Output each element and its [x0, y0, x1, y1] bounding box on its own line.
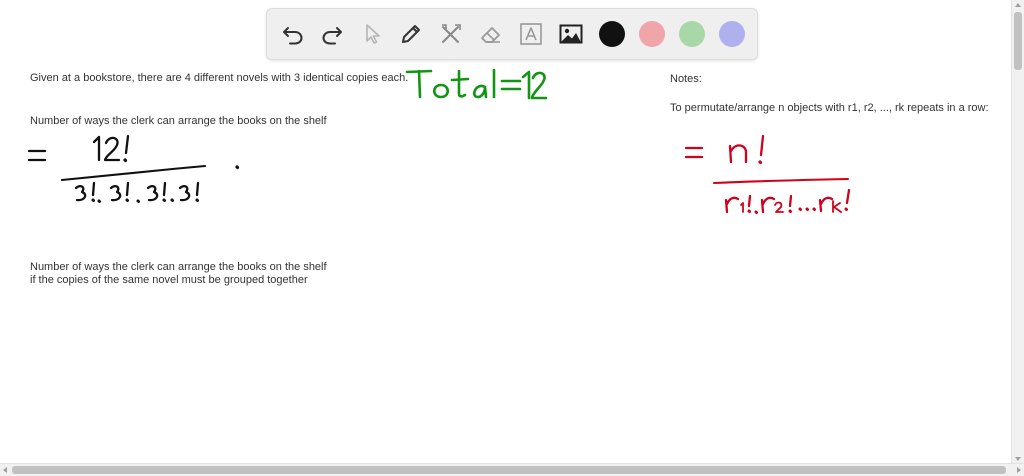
shapes-tools-icon	[442, 24, 461, 43]
handwritten-total-12	[405, 68, 548, 100]
scroll-up-arrow-icon[interactable]	[1015, 3, 1021, 7]
eraser-tool-button[interactable]	[477, 20, 505, 48]
pen-tool-button[interactable]	[397, 20, 425, 48]
question-1-text: Number of ways the clerk can arrange the…	[30, 115, 327, 127]
color-swatch-red[interactable]	[639, 21, 665, 47]
handwritten-formula-red	[684, 134, 851, 214]
whiteboard-canvas[interactable]: Given at a bookstore, there are 4 differ…	[0, 0, 1012, 464]
scroll-left-arrow-icon[interactable]	[3, 467, 7, 473]
undo-icon	[283, 27, 303, 45]
handwriting-layer	[27, 68, 851, 214]
scroll-down-arrow-icon[interactable]	[1015, 457, 1021, 461]
notes-text: To permutate/arrange n objects with r1, …	[670, 102, 989, 114]
select-pointer-icon	[366, 24, 380, 44]
vertical-scrollbar[interactable]	[1011, 0, 1024, 464]
select-tool-button[interactable]	[358, 20, 386, 48]
color-swatch-green[interactable]	[679, 21, 705, 47]
drawing-toolbar	[266, 8, 758, 60]
image-insert-icon	[559, 24, 583, 44]
handwritten-formula-black	[27, 134, 240, 203]
problem-intro-text: Given at a bookstore, there are 4 differ…	[30, 72, 409, 84]
color-swatch-black[interactable]	[599, 21, 625, 47]
eraser-icon	[481, 27, 500, 43]
text-tool-icon	[520, 23, 542, 45]
undo-button[interactable]	[279, 20, 307, 48]
shapes-tool-button[interactable]	[437, 20, 465, 48]
question-2-line-2: if the copies of the same novel must be …	[30, 274, 308, 286]
color-swatch-purple[interactable]	[719, 21, 745, 47]
notes-title: Notes:	[670, 73, 702, 85]
image-insert-button[interactable]	[557, 20, 585, 48]
pen-icon	[402, 25, 420, 43]
question-2-line-1: Number of ways the clerk can arrange the…	[30, 261, 327, 273]
redo-icon	[322, 27, 342, 45]
redo-button[interactable]	[318, 20, 346, 48]
scroll-right-arrow-icon[interactable]	[1017, 467, 1021, 473]
text-tool-button[interactable]	[517, 20, 545, 48]
horizontal-scroll-thumb[interactable]	[12, 466, 1006, 474]
horizontal-scrollbar[interactable]	[0, 463, 1024, 476]
vertical-scroll-thumb[interactable]	[1014, 12, 1022, 70]
